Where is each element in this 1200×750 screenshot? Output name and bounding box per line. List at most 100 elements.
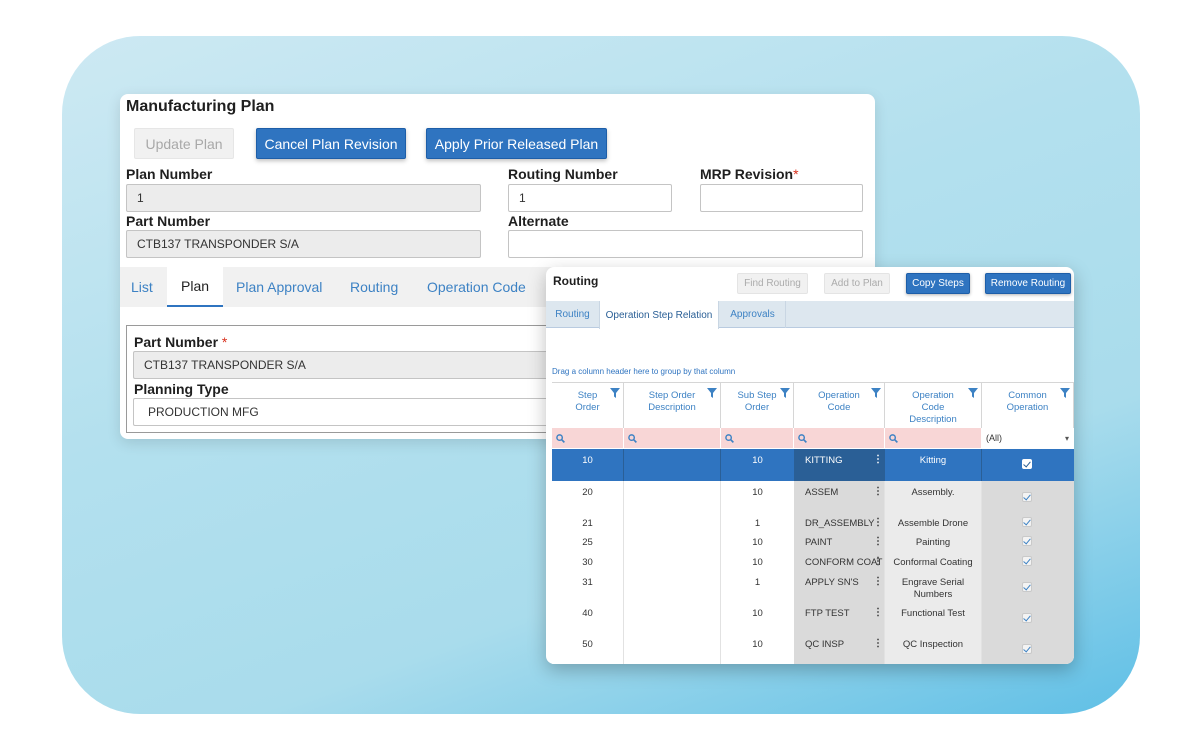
table-row[interactable]: 31 1 APPLY SN'S ⋮ Engrave Serial Numbers bbox=[552, 571, 1074, 602]
kebab-menu-icon[interactable]: ⋮ bbox=[873, 536, 883, 548]
column-header-text: Operation bbox=[912, 390, 954, 401]
kebab-menu-icon[interactable]: ⋮ bbox=[873, 576, 883, 588]
copy-steps-button[interactable]: Copy Steps bbox=[906, 273, 970, 294]
alternate-field[interactable] bbox=[508, 230, 863, 258]
search-icon bbox=[628, 433, 637, 443]
table-row[interactable]: 30 10 CONFORM COAT ⋮ Conformal Coating bbox=[552, 551, 1074, 571]
column-header-sub-step-order[interactable]: Sub Step Order bbox=[721, 383, 794, 428]
column-header-step-order-description[interactable]: Step Order Description bbox=[624, 383, 721, 428]
cell-step-order-description bbox=[624, 449, 721, 481]
add-to-plan-button[interactable]: Add to Plan bbox=[824, 273, 890, 294]
table-row[interactable]: 21 1 DR_ASSEMBLY ⋮ Assemble Drone bbox=[552, 512, 1074, 531]
column-header-text: Code bbox=[827, 402, 851, 413]
tab-operation-step-relation[interactable]: Operation Step Relation bbox=[599, 301, 719, 329]
filter-cell-step-order-description[interactable] bbox=[624, 428, 721, 448]
detail-part-number-label-text: Part Number bbox=[134, 334, 219, 350]
operation-description-line: Engrave Serial bbox=[901, 577, 965, 588]
kebab-menu-icon[interactable]: ⋮ bbox=[873, 638, 883, 650]
cell-operation-code: PAINT ⋮ bbox=[794, 531, 885, 551]
kebab-menu-icon[interactable]: ⋮ bbox=[873, 556, 883, 568]
filter-icon[interactable] bbox=[780, 388, 790, 398]
plan-number-field[interactable]: 1 bbox=[126, 184, 481, 212]
filter-icon[interactable] bbox=[1060, 388, 1070, 398]
checkbox-common-operation[interactable] bbox=[1022, 517, 1032, 527]
column-header-text: Order bbox=[744, 402, 770, 413]
apply-prior-released-plan-button[interactable]: Apply Prior Released Plan bbox=[426, 128, 607, 159]
table-row[interactable]: 20 10 ASSEM ⋮ Assembly. bbox=[552, 481, 1074, 512]
cancel-plan-revision-button[interactable]: Cancel Plan Revision bbox=[256, 128, 406, 159]
cell-step-order-description bbox=[624, 602, 721, 633]
chevron-down-icon[interactable]: ▾ bbox=[1065, 434, 1069, 443]
routing-window-title: Routing bbox=[553, 274, 599, 288]
tab-routing[interactable]: Routing bbox=[350, 267, 398, 307]
cell-sub-step-order: 10 bbox=[721, 531, 794, 551]
operation-code-value: FTP TEST bbox=[805, 608, 850, 619]
checkbox-common-operation[interactable] bbox=[1022, 613, 1032, 623]
checkbox-common-operation[interactable] bbox=[1022, 582, 1032, 592]
cell-sub-step-order: 1 bbox=[721, 512, 794, 531]
cell-operation-code-description: Conformal Coating bbox=[885, 551, 982, 571]
tab-list[interactable]: List bbox=[131, 267, 153, 307]
cell-sub-step-order: 10 bbox=[721, 481, 794, 512]
filter-all-value: (All) bbox=[986, 433, 1002, 443]
column-header-common-operation[interactable]: Common Operation bbox=[982, 383, 1074, 428]
operation-code-value: DR_ASSEMBLY bbox=[805, 518, 875, 529]
kebab-menu-icon[interactable]: ⋮ bbox=[873, 486, 883, 498]
cell-step-order-description bbox=[624, 571, 721, 602]
filter-icon[interactable] bbox=[968, 388, 978, 398]
checkbox-common-operation[interactable] bbox=[1022, 459, 1032, 469]
column-header-text: Code bbox=[921, 402, 945, 413]
filter-icon[interactable] bbox=[871, 388, 881, 398]
cell-operation-code-description: Engrave Serial Numbers bbox=[885, 571, 982, 602]
operation-code-value: PAINT bbox=[805, 537, 833, 548]
filter-cell-operation-code[interactable] bbox=[794, 428, 885, 448]
column-header-step-order[interactable]: Step Order bbox=[552, 383, 624, 428]
cell-step-order: 20 bbox=[552, 481, 624, 512]
tab-plan-approval[interactable]: Plan Approval bbox=[236, 267, 322, 307]
cell-operation-code: CONFORM COAT ⋮ bbox=[794, 551, 885, 571]
filter-icon[interactable] bbox=[707, 388, 717, 398]
operation-code-value: ASSEM bbox=[805, 487, 839, 498]
operation-code-value: KITTING bbox=[805, 455, 843, 466]
table-row[interactable]: 10 10 KITTING ⋮ Kitting bbox=[552, 449, 1074, 481]
tab-operation-code[interactable]: Operation Code bbox=[427, 267, 526, 307]
checkbox-common-operation[interactable] bbox=[1022, 644, 1032, 654]
update-plan-button[interactable]: Update Plan bbox=[134, 128, 234, 159]
filter-cell-sub-step-order[interactable] bbox=[721, 428, 794, 448]
cell-step-order-description bbox=[624, 633, 721, 664]
column-header-text: Operation bbox=[1006, 402, 1049, 413]
mrp-revision-field[interactable] bbox=[700, 184, 863, 212]
column-header-text: Description bbox=[648, 402, 696, 413]
detail-part-number-label: Part Number * bbox=[134, 334, 227, 350]
kebab-menu-icon[interactable]: ⋮ bbox=[873, 607, 883, 619]
kebab-menu-icon[interactable]: ⋮ bbox=[873, 517, 883, 529]
cell-common-operation bbox=[982, 481, 1074, 512]
cell-sub-step-order: 10 bbox=[721, 633, 794, 664]
tab-routing[interactable]: Routing bbox=[546, 301, 599, 328]
column-header-operation-code[interactable]: Operation Code bbox=[794, 383, 885, 428]
filter-cell-step-order[interactable] bbox=[552, 428, 624, 448]
tab-plan[interactable]: Plan bbox=[167, 267, 224, 307]
tab-approvals[interactable]: Approvals bbox=[720, 301, 786, 328]
find-routing-button[interactable]: Find Routing bbox=[737, 273, 808, 294]
table-row[interactable]: 40 10 FTP TEST ⋮ Functional Test bbox=[552, 602, 1074, 633]
plan-number-label: Plan Number bbox=[126, 166, 213, 182]
part-number-field[interactable]: CTB137 TRANSPONDER S/A bbox=[126, 230, 481, 258]
filter-cell-common-operation[interactable]: (All) ▾ bbox=[982, 428, 1074, 448]
table-row[interactable]: 25 10 PAINT ⋮ Painting bbox=[552, 531, 1074, 551]
cell-common-operation bbox=[982, 571, 1074, 602]
kebab-menu-icon[interactable]: ⋮ bbox=[873, 454, 883, 466]
routing-number-field[interactable]: 1 bbox=[508, 184, 672, 212]
table-row[interactable]: 50 10 QC INSP ⋮ QC Inspection bbox=[552, 633, 1074, 664]
cell-operation-code-description: Assembly. bbox=[885, 481, 982, 512]
mrp-revision-label: MRP Revision* bbox=[700, 166, 799, 182]
required-marker: * bbox=[221, 334, 228, 350]
checkbox-common-operation[interactable] bbox=[1022, 556, 1032, 566]
filter-icon[interactable] bbox=[610, 388, 620, 398]
filter-cell-operation-code-description[interactable] bbox=[885, 428, 982, 448]
checkbox-common-operation[interactable] bbox=[1022, 536, 1032, 546]
checkbox-common-operation[interactable] bbox=[1022, 492, 1032, 502]
column-header-operation-code-description[interactable]: Operation Code Description bbox=[885, 383, 982, 428]
cell-step-order: 10 bbox=[552, 449, 624, 481]
remove-routing-button[interactable]: Remove Routing bbox=[985, 273, 1071, 294]
